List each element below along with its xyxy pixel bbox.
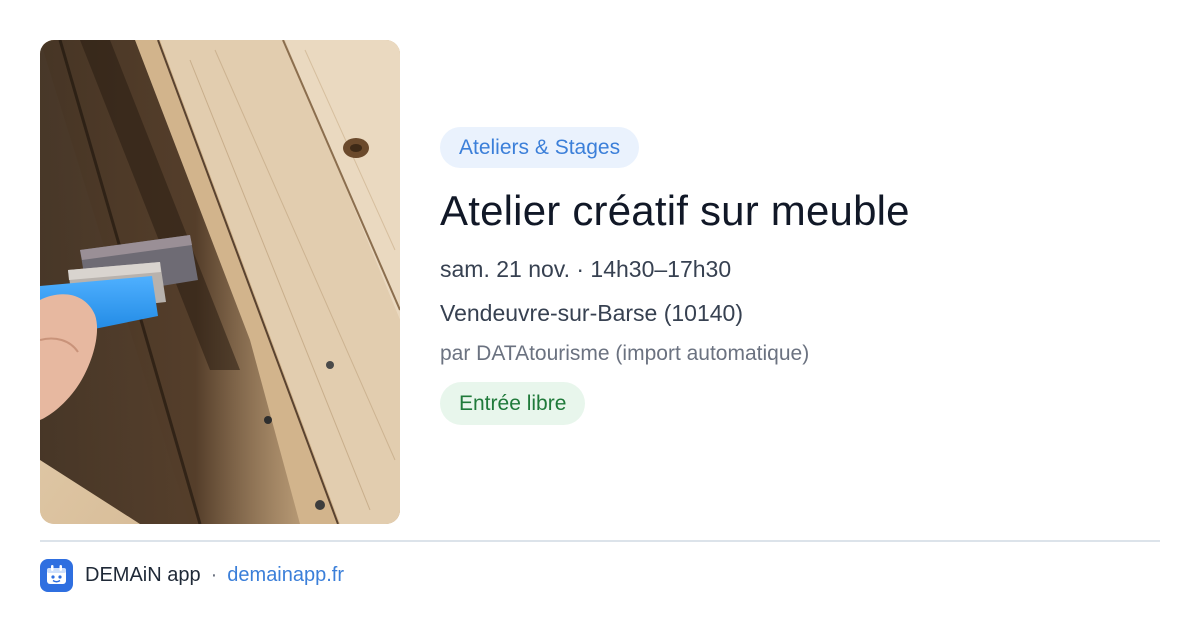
paintbrush-on-wood-photo: [40, 40, 400, 524]
demain-logo-icon[interactable]: [40, 558, 73, 592]
price-badge: Entrée libre: [440, 382, 586, 425]
footer-separator: ·: [210, 563, 218, 586]
event-source: par DATAtourisme (import automatique): [440, 342, 810, 365]
event-title[interactable]: Atelier créatif sur meuble: [440, 184, 1140, 238]
event-card[interactable]: Ateliers & Stages Atelier créatif sur me…: [40, 40, 1160, 524]
app-url-link[interactable]: demainapp.fr: [227, 564, 344, 587]
app-name: DEMAiN app: [85, 563, 201, 586]
event-photo: [40, 40, 400, 524]
footer-divider: [40, 540, 1160, 542]
event-location: Vendeuvre-sur-Barse (10140): [440, 300, 743, 326]
event-datetime: sam. 21 nov. · 14h30–17h30: [440, 256, 732, 282]
footer: DEMAiN app · demainapp.fr: [40, 558, 344, 592]
event-info: Ateliers & Stages Atelier créatif sur me…: [440, 127, 1140, 425]
category-badge[interactable]: Ateliers & Stages: [440, 127, 640, 168]
